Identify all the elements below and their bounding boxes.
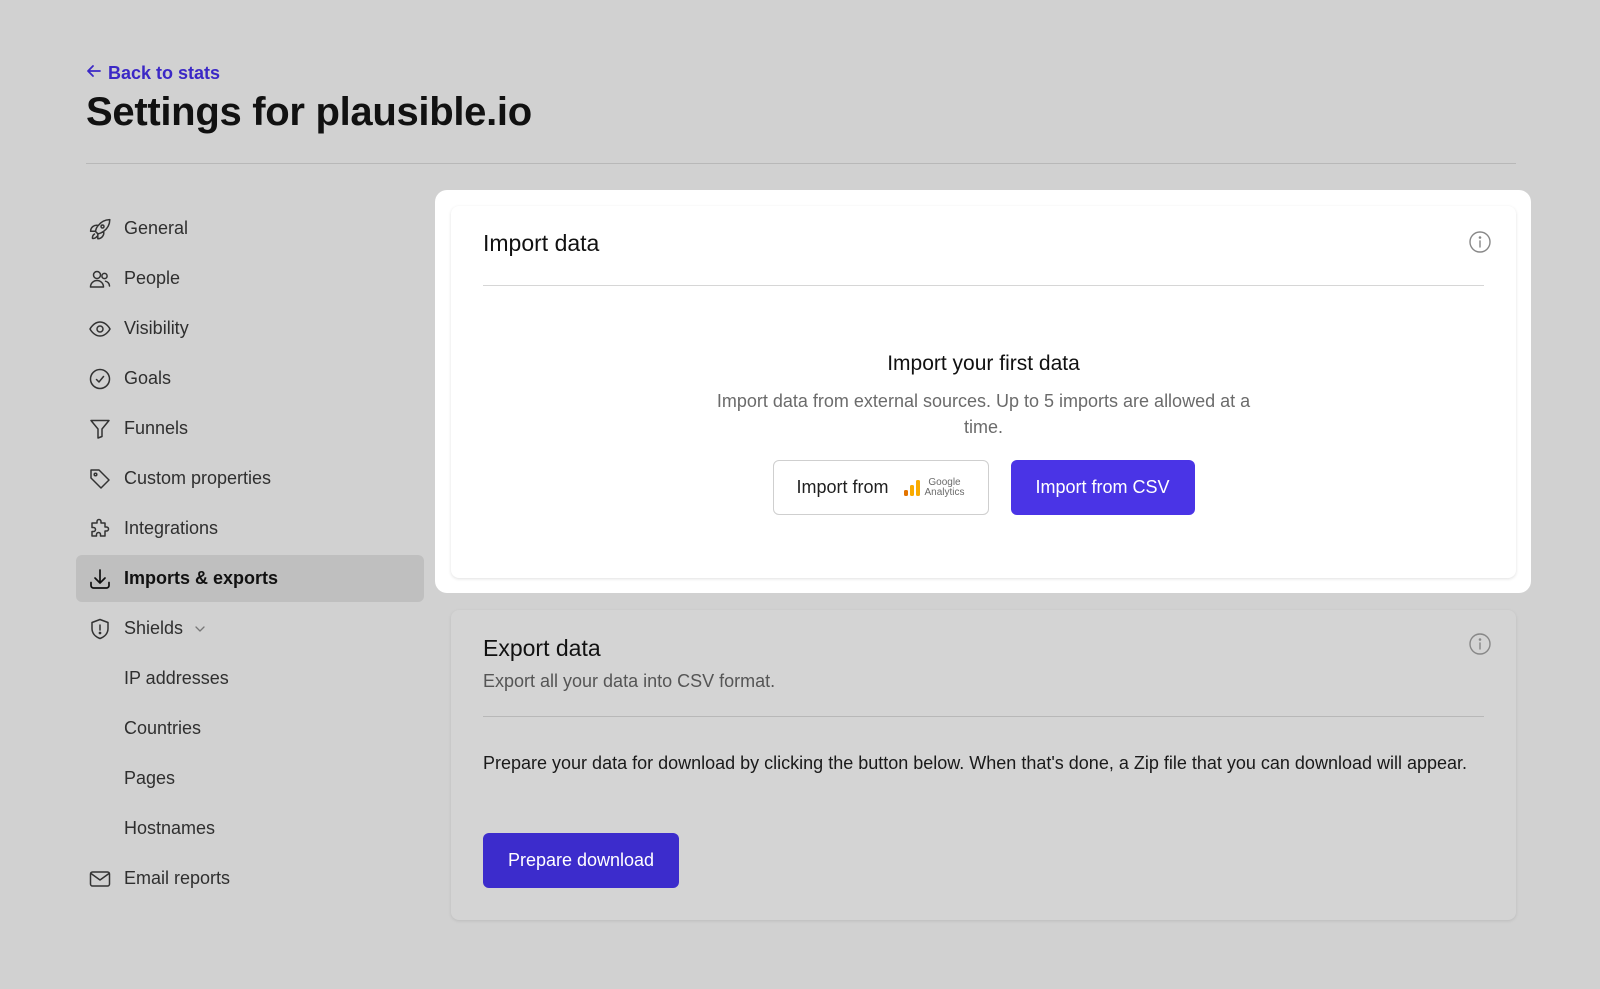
eye-icon xyxy=(88,317,112,341)
export-card-title: Export data xyxy=(483,635,601,661)
import-from-ga-label: Import from xyxy=(796,477,889,497)
download-icon xyxy=(88,567,112,591)
chevron-down-icon xyxy=(193,622,207,636)
sidebar-item-imports-exports[interactable]: Imports & exports xyxy=(76,555,424,602)
header-divider xyxy=(86,163,1516,164)
sidebar-item-integrations[interactable]: Integrations xyxy=(76,505,424,552)
sidebar-item-email-reports[interactable]: Email reports xyxy=(76,855,424,902)
import-card-title: Import data xyxy=(483,230,600,256)
tag-icon xyxy=(88,467,112,491)
sidebar-item-hostnames[interactable]: Hostnames xyxy=(76,805,424,852)
sidebar-item-pages[interactable]: Pages xyxy=(76,755,424,802)
shield-exclamation-icon xyxy=(88,617,112,641)
settings-sidebar: General People Visibility Goals Funnels … xyxy=(76,205,424,905)
info-icon[interactable] xyxy=(1468,230,1492,254)
empty-state-description: Import data from external sources. Up to… xyxy=(716,391,1251,437)
page-title: Settings for plausible.io xyxy=(86,90,532,134)
puzzle-icon xyxy=(88,517,112,541)
sidebar-item-ip-addresses[interactable]: IP addresses xyxy=(76,655,424,702)
export-card-divider xyxy=(483,716,1484,717)
export-card-description: Export all your data into CSV format. xyxy=(483,671,776,691)
back-to-stats-label: Back to stats xyxy=(108,63,221,83)
import-buttons: Import from Google Analytics Import from… xyxy=(451,460,1516,515)
sidebar-item-goals[interactable]: Goals xyxy=(76,355,424,402)
info-icon[interactable] xyxy=(1468,632,1492,656)
export-data-card: Export data Export all your data into CS… xyxy=(451,610,1516,920)
funnel-icon xyxy=(88,417,112,441)
sidebar-item-people[interactable]: People xyxy=(76,255,424,302)
sidebar-item-general[interactable]: General xyxy=(76,205,424,252)
sidebar-item-funnels[interactable]: Funnels xyxy=(76,405,424,452)
arrow-left-icon xyxy=(86,63,102,84)
import-from-csv-button[interactable]: Import from CSV xyxy=(1010,460,1195,515)
sidebar-item-countries[interactable]: Countries xyxy=(76,705,424,752)
users-icon xyxy=(88,267,112,291)
sidebar-item-custom-properties[interactable]: Custom properties xyxy=(76,455,424,502)
prepare-download-button[interactable]: Prepare download xyxy=(483,833,679,888)
envelope-icon xyxy=(88,867,112,891)
sidebar-item-visibility[interactable]: Visibility xyxy=(76,305,424,352)
import-card-divider xyxy=(483,285,1484,286)
back-to-stats-link[interactable]: Back to stats xyxy=(86,63,220,84)
rocket-icon xyxy=(88,217,112,241)
import-from-ga-button[interactable]: Import from Google Analytics xyxy=(772,460,989,515)
google-analytics-logo: Google Analytics xyxy=(903,477,965,498)
export-instructions: Prepare your data for download by clicki… xyxy=(483,753,1468,773)
check-circle-icon xyxy=(88,367,112,391)
sidebar-item-shields[interactable]: Shields xyxy=(76,605,424,652)
empty-state-title: Import your first data xyxy=(887,352,1080,375)
import-data-card: Import data Import your first data Impor… xyxy=(451,206,1516,578)
google-analytics-icon xyxy=(903,479,920,496)
